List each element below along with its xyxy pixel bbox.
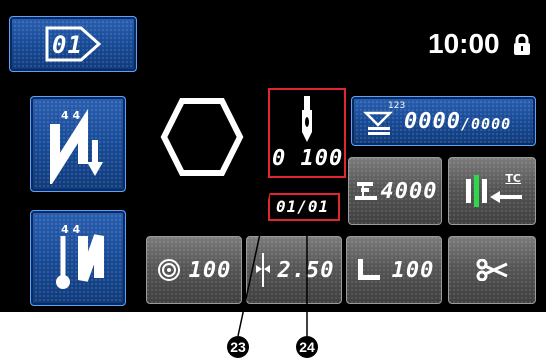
callout-leader-lines — [237, 177, 308, 337]
callout-23: 23 — [227, 336, 249, 358]
callout-24: 24 — [296, 336, 318, 358]
